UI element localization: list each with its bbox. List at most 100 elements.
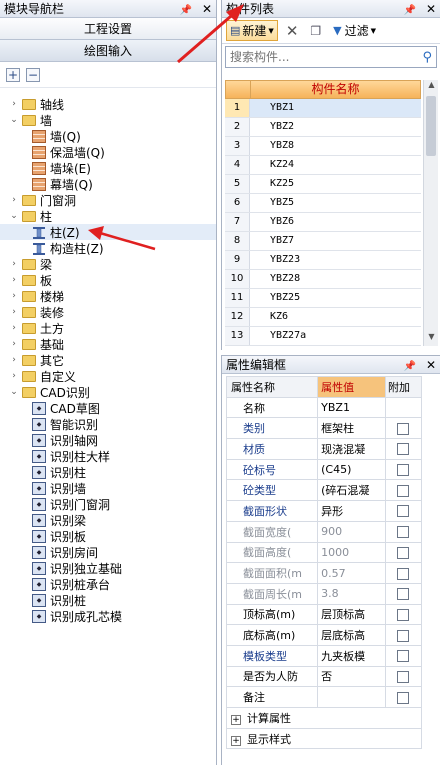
table-row[interactable]: 9 YBZ23 (225, 251, 421, 270)
property-value[interactable]: (碎石混凝 (317, 479, 386, 502)
tree-item[interactable]: ◆ 识别成孔芯模 (0, 608, 216, 624)
component-name-cell[interactable]: YBZ25 (250, 289, 421, 307)
property-value[interactable]: 框架柱 (317, 417, 386, 440)
tree-item[interactable]: ⌄ 柱 (0, 208, 216, 224)
property-value[interactable]: 1000 (317, 541, 386, 564)
tree-item[interactable]: ◆ 识别柱 (0, 464, 216, 480)
scroll-thumb[interactable] (426, 96, 436, 156)
table-row[interactable]: 5 KZ25 (225, 175, 421, 194)
expand-icon[interactable]: + (231, 714, 241, 725)
tree-item[interactable]: ◆ 识别柱大样 (0, 448, 216, 464)
pin-icon[interactable]: 📌 (404, 361, 416, 372)
tree-item[interactable]: ◆ 识别房间 (0, 544, 216, 560)
attach-checkbox[interactable] (397, 608, 410, 621)
table-row[interactable]: 4 KZ24 (225, 156, 421, 175)
component-name-cell[interactable]: YBZ7 (250, 232, 421, 250)
tree-item[interactable]: ⌄ CAD识别 (0, 384, 216, 400)
delete-button[interactable]: ✕ (282, 20, 303, 42)
pin-icon[interactable]: 📌 (180, 5, 192, 16)
chevron-right-icon[interactable]: › (8, 307, 20, 317)
property-group-row[interactable]: + 计算属性 (226, 707, 422, 729)
property-row[interactable]: 顶标高(m) 层顶标高 (225, 603, 423, 626)
attach-checkbox[interactable] (397, 526, 410, 539)
chevron-down-icon[interactable]: ⌄ (8, 115, 20, 125)
tree-item[interactable]: ◆ CAD草图 (0, 400, 216, 416)
attach-checkbox[interactable] (397, 422, 410, 435)
tree-item[interactable]: ◆ 识别板 (0, 528, 216, 544)
scroll-down-icon[interactable]: ▼ (424, 332, 439, 346)
property-row[interactable]: 底标高(m) 层底标高 (225, 624, 423, 646)
property-row[interactable]: 名称 YBZ1 (225, 396, 423, 419)
property-value[interactable]: 否 (317, 665, 386, 688)
tab-project-settings[interactable]: 工程设置 (0, 18, 216, 40)
filter-button[interactable]: ▼ 过滤 ▼ (329, 20, 380, 41)
property-row[interactable]: 类别 框架柱 (225, 417, 423, 440)
attach-checkbox[interactable] (397, 567, 410, 580)
table-row[interactable]: 11 YBZ25 (225, 289, 421, 308)
chevron-right-icon[interactable]: › (8, 339, 20, 349)
property-row[interactable]: 截面高度(1000 (225, 541, 423, 564)
chevron-right-icon[interactable]: › (8, 323, 20, 333)
tree-item[interactable]: ◆ 识别桩 (0, 592, 216, 608)
plus-icon[interactable]: + (6, 67, 20, 82)
component-name-cell[interactable]: YBZ28 (250, 270, 421, 288)
close-icon[interactable]: ✕ (426, 358, 436, 372)
property-value[interactable]: 层底标高 (317, 624, 386, 646)
component-name-cell[interactable]: YBZ1 (250, 99, 421, 117)
chevron-right-icon[interactable]: › (8, 259, 20, 269)
tree-item[interactable]: › 装修 (0, 304, 216, 320)
attach-checkbox[interactable] (397, 629, 410, 642)
table-row[interactable]: 7 YBZ6 (225, 213, 421, 232)
property-value[interactable]: 3.8 (317, 582, 386, 605)
tree-item[interactable]: › 楼梯 (0, 288, 216, 304)
property-row[interactable]: 模板类型 九夹板模 (225, 644, 423, 667)
property-value[interactable]: 900 (317, 520, 386, 543)
chevron-right-icon[interactable]: › (8, 275, 20, 285)
tree-item[interactable]: 幕墙(Q) (0, 176, 216, 192)
property-value[interactable]: 异形 (317, 500, 386, 522)
tab-drawing-input[interactable]: 绘图输入 (0, 40, 216, 62)
chevron-down-icon[interactable]: ⌄ (8, 211, 20, 221)
chevron-right-icon[interactable]: › (8, 99, 20, 109)
property-value[interactable]: YBZ1 (317, 396, 386, 419)
property-value[interactable]: 九夹板模 (317, 644, 386, 667)
property-value[interactable]: 现浇混凝 (317, 438, 386, 460)
chevron-right-icon[interactable]: › (8, 355, 20, 365)
component-search-input[interactable] (230, 50, 410, 64)
property-row[interactable]: 是否为人防否 (225, 665, 423, 688)
component-name-cell[interactable]: YBZ8 (250, 137, 421, 155)
property-row[interactable]: 截面形状 异形 (225, 500, 423, 522)
tree-item[interactable]: ◆ 识别梁 (0, 512, 216, 528)
tree-item[interactable]: 保温墙(Q) (0, 144, 216, 160)
table-row[interactable]: 6 YBZ5 (225, 194, 421, 213)
property-row[interactable]: 截面面积(m 0.57 (225, 562, 423, 584)
tree-item[interactable]: ◆ 智能识别 (0, 416, 216, 432)
tree-item[interactable]: ◆ 识别墙 (0, 480, 216, 496)
chevron-down-icon[interactable]: ⌄ (8, 387, 20, 397)
tree-item[interactable]: › 板 (0, 272, 216, 288)
scroll-up-icon[interactable]: ▲ (424, 80, 439, 94)
expand-icon[interactable]: + (231, 735, 241, 746)
tree-item[interactable]: › 门窗洞 (0, 192, 216, 208)
property-value[interactable]: (C45) (317, 458, 386, 481)
search-icon[interactable]: ⚲ (422, 50, 432, 65)
tree-item[interactable]: › 梁 (0, 256, 216, 272)
column-header-component-name[interactable]: 构件名称 (251, 81, 420, 98)
property-row[interactable]: 砼标号 (C45) (225, 458, 423, 481)
property-row[interactable]: 砼类型 (碎石混凝 (225, 479, 423, 502)
property-row[interactable]: 材质 现浇混凝 (225, 438, 423, 460)
component-name-cell[interactable]: YBZ6 (250, 213, 421, 231)
attach-checkbox[interactable] (397, 650, 410, 663)
tree-item[interactable]: ⌄ 墙 (0, 112, 216, 128)
chevron-right-icon[interactable]: › (8, 371, 20, 381)
property-group-row[interactable]: + 显示样式 (226, 727, 422, 750)
table-row[interactable]: 13 YBZ27a (225, 327, 421, 346)
attach-checkbox[interactable] (397, 505, 410, 518)
tree-item[interactable]: 构造柱(Z) (0, 240, 216, 256)
close-icon[interactable]: ✕ (426, 2, 436, 16)
tree-item[interactable]: › 土方 (0, 320, 216, 336)
attach-checkbox[interactable] (397, 464, 410, 477)
tree-item[interactable]: › 轴线 (0, 96, 216, 112)
table-row[interactable]: 8 YBZ7 (225, 232, 421, 251)
property-row[interactable]: 备注 (225, 686, 423, 708)
